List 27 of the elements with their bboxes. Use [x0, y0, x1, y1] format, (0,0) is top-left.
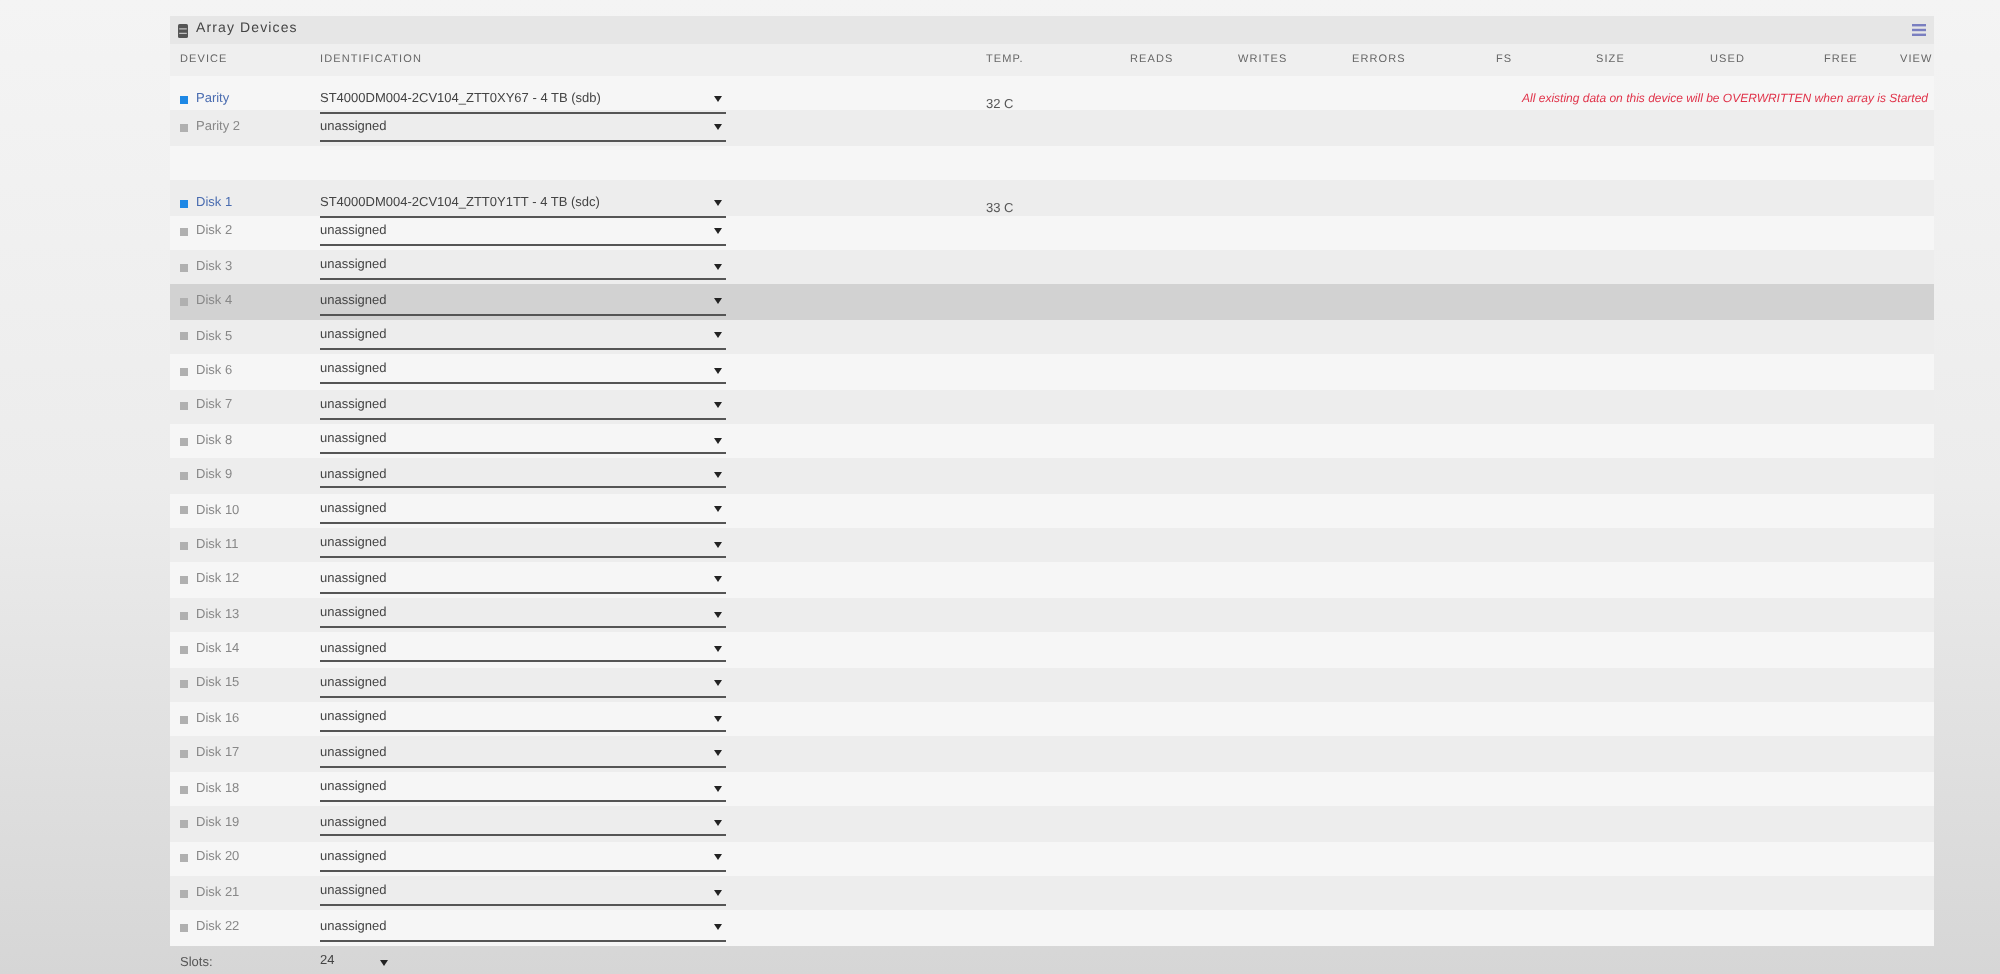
caret-icon [714, 889, 722, 896]
caret-icon [714, 471, 722, 478]
database-icon [178, 23, 188, 37]
caret-icon [380, 959, 388, 966]
caret-icon [714, 367, 722, 374]
caret-icon [714, 541, 722, 548]
caret-icon [714, 124, 722, 131]
caret-icon [714, 854, 722, 861]
caret-icon [714, 506, 722, 513]
caret-icon [714, 785, 722, 791]
caret-icon [714, 576, 722, 583]
caret-icon [714, 715, 722, 722]
caret-icon [714, 750, 722, 757]
caret-icon [714, 680, 722, 687]
caret-icon [714, 200, 722, 207]
caret-icon [714, 924, 722, 931]
caret-icon [714, 96, 722, 102]
list-view-icon[interactable] [1912, 24, 1926, 36]
caret-icon [714, 228, 722, 235]
caret-icon [714, 298, 722, 305]
caret-icon [714, 819, 722, 826]
caret-icon [714, 611, 722, 618]
caret-icon [714, 402, 722, 409]
caret-icon [714, 332, 722, 339]
caret-icon [714, 437, 722, 444]
caret-icon [714, 645, 722, 652]
caret-icon [714, 263, 722, 270]
